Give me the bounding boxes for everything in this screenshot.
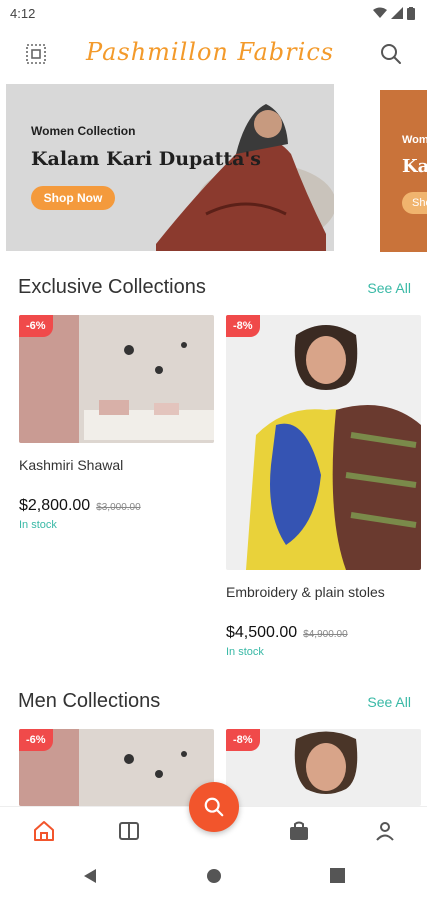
section-title: Men Collections (18, 690, 161, 712)
see-all-link[interactable]: See All (367, 694, 411, 710)
product-card[interactable]: -6% (19, 729, 214, 806)
product-image-model (226, 315, 421, 570)
discount-badge: -6% (19, 315, 53, 337)
banner-subtitle: Women Collection (31, 124, 136, 138)
discount-badge: -8% (226, 315, 260, 337)
wifi-icon (373, 7, 387, 18)
see-all-link[interactable]: See All (367, 280, 411, 296)
product-card[interactable]: -6% Kashmiri Shawal $2,800.00 $3,000.00 … (19, 315, 214, 531)
home-button-icon[interactable] (206, 868, 222, 884)
product-old-price: $3,000.00 (96, 502, 141, 513)
discount-badge: -8% (226, 729, 260, 751)
bag-icon[interactable] (287, 819, 311, 843)
banner-card-next[interactable]: Wom Kal Sho (380, 90, 427, 252)
product-name: Embroidery & plain stoles (226, 584, 385, 600)
home-icon[interactable] (32, 819, 56, 843)
banner-carousel[interactable]: Women Collection Kalam Kari Dupatta's Sh… (0, 84, 427, 252)
stock-status: In stock (19, 519, 57, 531)
banner-card[interactable]: Women Collection Kalam Kari Dupatta's Sh… (6, 84, 334, 251)
product-card[interactable]: -8% (226, 729, 421, 806)
app-bar: Pashmillon Fabrics (0, 30, 427, 78)
status-time: 4:12 (10, 5, 36, 21)
product-price: $2,800.00 (19, 497, 91, 514)
price-row: $4,500.00 $4,900.00 (226, 624, 421, 642)
recents-icon[interactable] (330, 868, 345, 883)
banner-subtitle: Wom (402, 134, 427, 146)
section-header-exclusive: Exclusive Collections See All (18, 276, 411, 299)
product-name: Kashmiri Shawal (19, 457, 124, 473)
shop-now-button[interactable]: Sho (402, 192, 427, 214)
status-icons (373, 6, 415, 20)
product-price: $4,500.00 (226, 624, 298, 641)
system-navigation-bar (0, 854, 427, 900)
section-header-men: Men Collections See All (18, 690, 411, 713)
banner-title: Kalam Kari Dupatta's (31, 148, 262, 170)
grid-menu-icon[interactable] (24, 42, 48, 66)
product-image[interactable]: -6% (19, 315, 214, 443)
product-image[interactable]: -6% (19, 729, 214, 806)
product-image[interactable]: -8% (226, 729, 421, 806)
user-icon[interactable] (373, 819, 397, 843)
stock-status: In stock (226, 646, 264, 658)
shop-now-button[interactable]: Shop Now (31, 186, 115, 210)
app-logo: Pashmillon Fabrics (86, 38, 335, 66)
banner-title: Kal (402, 156, 427, 177)
floating-search-button[interactable] (189, 782, 239, 832)
battery-icon (407, 6, 415, 20)
product-card[interactable]: -8% Embroidery & plain stoles $4,500.00 … (226, 315, 421, 658)
discount-badge: -6% (19, 729, 53, 751)
section-title: Exclusive Collections (18, 276, 206, 298)
signal-icon (391, 7, 403, 19)
price-row: $2,800.00 $3,000.00 (19, 497, 214, 515)
product-image[interactable]: -8% (226, 315, 421, 570)
back-icon[interactable] (82, 868, 98, 884)
product-old-price: $4,900.00 (303, 629, 348, 640)
search-icon (204, 797, 224, 817)
book-icon[interactable] (117, 819, 141, 843)
search-icon[interactable] (379, 42, 403, 66)
status-bar: 4:12 (0, 0, 427, 26)
